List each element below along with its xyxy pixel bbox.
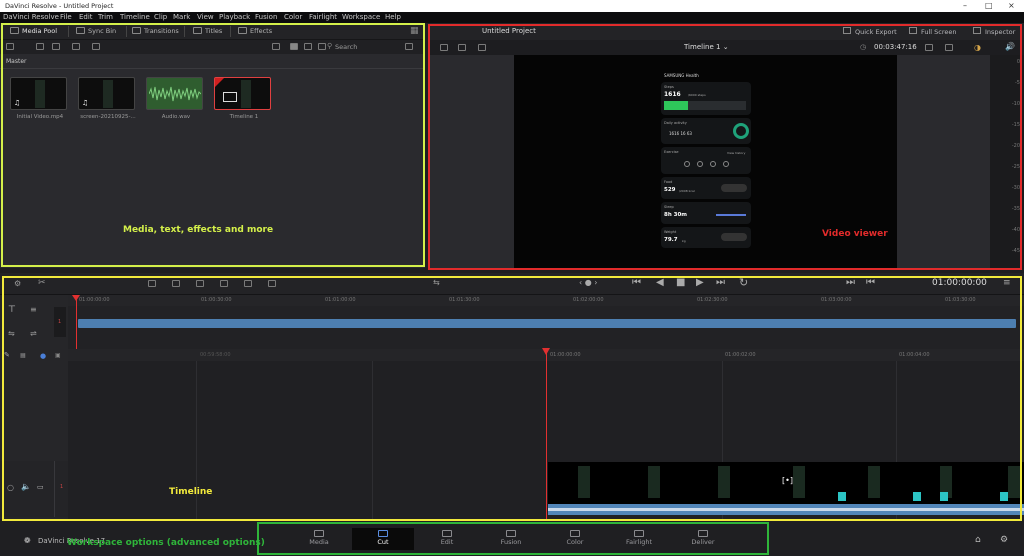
settings-icon[interactable]: ⚙ (1000, 535, 1008, 545)
maximize-icon[interactable]: □ (985, 1, 993, 10)
home-icon[interactable]: ⌂ (975, 535, 981, 545)
menu-edit[interactable]: Edit (79, 13, 93, 21)
menu-fusion[interactable]: Fusion (255, 13, 277, 21)
close-icon[interactable]: × (1008, 1, 1015, 10)
workspace-annotation: Workspace options (advanced options) (67, 538, 265, 548)
menu-color[interactable]: Color (284, 13, 302, 21)
menu-view[interactable]: View (197, 13, 214, 21)
menu-file[interactable]: File (60, 13, 72, 21)
menu-trim[interactable]: Trim (98, 13, 113, 21)
menu-clip[interactable]: Clip (154, 13, 167, 21)
minimize-icon[interactable]: – (963, 1, 967, 10)
menu-davinci[interactable]: DaVinci Resolve (3, 13, 59, 21)
timeline-highlight-box (2, 276, 1022, 521)
viewer-annotation: Video viewer (822, 229, 888, 239)
menu-fairlight[interactable]: Fairlight (309, 13, 337, 21)
menu-bar: DaVinci Resolve File Edit Trim Timeline … (0, 12, 1024, 23)
menu-help[interactable]: Help (385, 13, 401, 21)
media-annotation: Media, text, effects and more (123, 225, 274, 235)
menu-timeline[interactable]: Timeline (120, 13, 150, 21)
menu-playback[interactable]: Playback (219, 13, 250, 21)
menu-workspace[interactable]: Workspace (342, 13, 380, 21)
workspace-highlight-box (257, 522, 769, 555)
window-title: DaVinci Resolve - Untitled Project (5, 2, 114, 10)
timeline-annotation: Timeline (169, 487, 213, 497)
menu-mark[interactable]: Mark (173, 13, 190, 21)
window-titlebar: DaVinci Resolve - Untitled Project – □ × (0, 0, 1024, 12)
viewer-highlight-box (428, 24, 1022, 270)
davinci-logo-icon: ❁ (24, 536, 31, 545)
